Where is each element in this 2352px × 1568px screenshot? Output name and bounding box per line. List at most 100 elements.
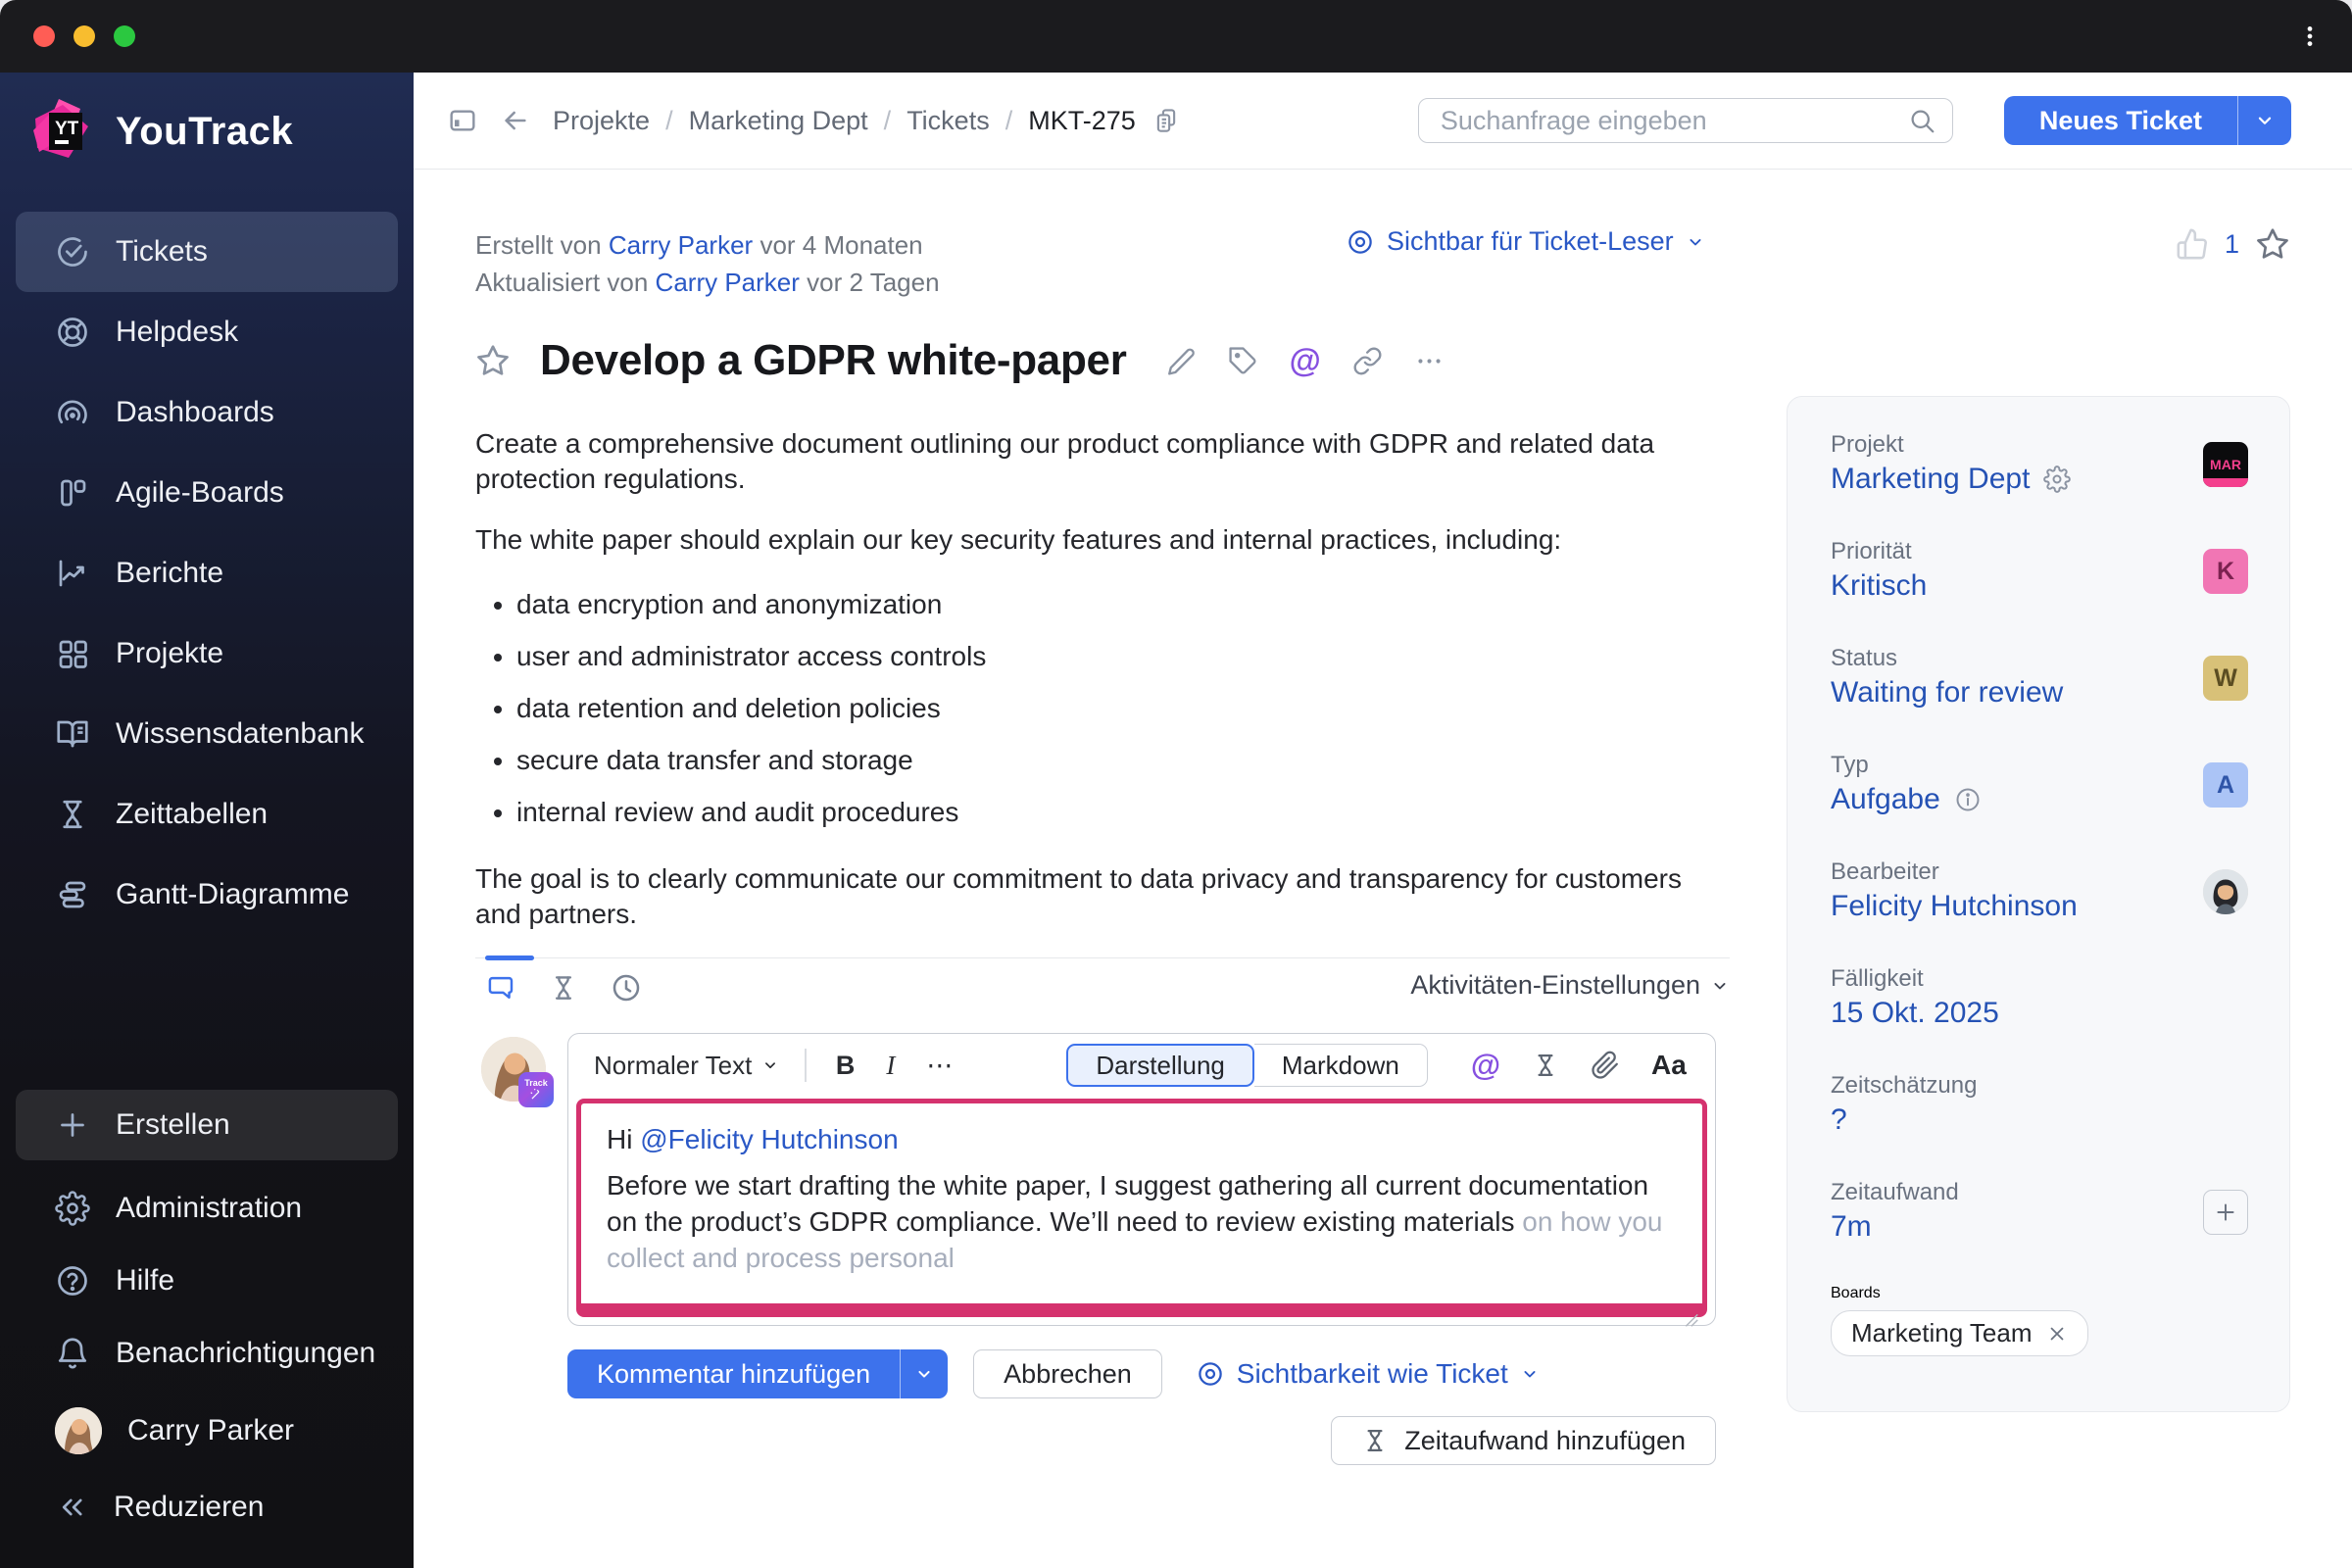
created-user-link[interactable]: Carry Parker (609, 230, 753, 260)
format-dropdown[interactable]: Normaler Text (586, 1045, 787, 1087)
field-label: Fälligkeit (1831, 964, 1999, 994)
estimate-value[interactable]: ? (1831, 1101, 1977, 1140)
sidebar-item-helpdesk[interactable]: Helpdesk (16, 292, 398, 372)
sidebar-item-label: Agile-Boards (116, 476, 284, 510)
toggle-sidebar-icon[interactable] (447, 105, 478, 136)
priority-value[interactable]: Kritisch (1831, 566, 1927, 606)
project-value[interactable]: Marketing Dept (1831, 460, 2071, 499)
sidebar-item-gantt-diagramme[interactable]: Gantt-Diagramme (16, 855, 398, 935)
window-zoom-button[interactable] (114, 25, 135, 47)
tab-darstellung[interactable]: Darstellung (1066, 1044, 1254, 1087)
attach-icon[interactable] (1591, 1051, 1620, 1080)
project-badge[interactable]: MAR (2203, 442, 2248, 487)
activity-settings[interactable]: Aktivitäten-Einstellungen (1410, 970, 1730, 1001)
sidebar-item-projekte[interactable]: Projekte (16, 613, 398, 694)
sidebar-item-tickets[interactable]: Tickets (16, 212, 398, 292)
visibility-selector[interactable]: Sichtbar für Ticket-Leser (1346, 226, 1705, 257)
add-comment-dropdown[interactable] (900, 1349, 948, 1398)
mention-link[interactable]: @Felicity Hutchinson (640, 1124, 898, 1154)
window-minimize-button[interactable] (74, 25, 95, 47)
visibility-eye-icon (1346, 227, 1375, 257)
sidebar-collapse[interactable]: Reduzieren (16, 1472, 398, 1543)
reactions-cluster: 1 (2176, 226, 2290, 262)
sidebar-item-hilfe[interactable]: Hilfe (16, 1245, 398, 1317)
window-titlebar (0, 0, 2352, 73)
type-value[interactable]: Aufgabe (1831, 780, 1982, 819)
assignee-value[interactable]: Felicity Hutchinson (1831, 887, 2078, 926)
link-icon[interactable] (1352, 346, 1383, 376)
mention-icon[interactable]: @ (1471, 1048, 1500, 1083)
status-badge[interactable]: W (2203, 656, 2248, 701)
status-value[interactable]: Waiting for review (1831, 673, 2063, 712)
window-close-button[interactable] (33, 25, 55, 47)
fields-panel: Projekt Marketing Dept MAR Priorität Kri… (1787, 396, 2290, 1412)
sidebar-user[interactable]: Carry Parker (16, 1390, 398, 1472)
type-badge[interactable]: A (2203, 762, 2248, 808)
breadcrumb-separator: / (665, 106, 673, 136)
main-area: Projekte / Marketing Dept / Tickets / MK… (414, 73, 2352, 1568)
sidebar-item-erstellen[interactable]: Erstellen (16, 1090, 398, 1160)
spent-time-tab-icon[interactable] (549, 973, 578, 1003)
sidebar-item-berichte[interactable]: Berichte (16, 533, 398, 613)
breadcrumb-tickets[interactable]: Tickets (906, 106, 990, 136)
more-actions-icon[interactable] (1414, 346, 1445, 376)
resize-handle[interactable] (1679, 1307, 1700, 1329)
cancel-button[interactable]: Abbrechen (973, 1349, 1162, 1398)
active-tab-indicator (485, 956, 534, 960)
text-size-icon[interactable]: Aa (1651, 1050, 1687, 1081)
history-tab-icon[interactable] (611, 972, 642, 1004)
search-icon[interactable] (1907, 106, 1936, 135)
youtrack-logo: YT YouTrack (0, 73, 414, 167)
svg-text:YT: YT (55, 119, 79, 139)
back-arrow-icon[interactable] (500, 105, 531, 136)
description-bullet: data retention and deletion policies (516, 691, 1720, 726)
priority-badge[interactable]: K (2203, 549, 2248, 594)
app-window: YT YouTrack Tickets Helpdesk Dashboards (0, 0, 2352, 1568)
more-formatting-button[interactable]: ⋯ (914, 1047, 964, 1085)
sidebar-item-benachrichtigungen[interactable]: Benachrichtigungen (16, 1317, 398, 1390)
bold-button[interactable]: B (824, 1047, 867, 1085)
updated-user-link[interactable]: Carry Parker (656, 268, 800, 297)
window-menu-icon[interactable] (2297, 24, 2323, 49)
project-settings-icon[interactable] (2043, 466, 2071, 493)
search-input[interactable] (1439, 105, 1897, 137)
type-info-icon[interactable] (1954, 786, 1982, 813)
comment-input[interactable]: Hi @Felicity Hutchinson Before we start … (576, 1099, 1707, 1317)
edit-title-icon[interactable] (1166, 346, 1197, 376)
add-spent-time-button[interactable]: Zeitaufwand hinzufügen (1331, 1416, 1716, 1465)
add-work-item-button[interactable] (2203, 1190, 2248, 1235)
sidebar-item-zeittabellen[interactable]: Zeittabellen (16, 774, 398, 855)
sidebar-item-administration[interactable]: Administration (16, 1172, 398, 1245)
add-comment-button[interactable]: Kommentar hinzufügen (567, 1349, 948, 1398)
due-date-value[interactable]: 15 Okt. 2025 (1831, 994, 1999, 1033)
spent-value[interactable]: 7m (1831, 1207, 1959, 1247)
remove-board-icon[interactable] (2046, 1323, 2068, 1345)
gauge-icon (55, 395, 90, 430)
breadcrumb-marketing-dept[interactable]: Marketing Dept (689, 106, 868, 136)
board-chip[interactable]: Marketing Team (1831, 1310, 2088, 1356)
sidebar-item-dashboards[interactable]: Dashboards (16, 372, 398, 453)
star-icon[interactable] (2255, 226, 2290, 262)
italic-button[interactable]: I (874, 1047, 906, 1085)
description-bullet: internal review and audit procedures (516, 795, 1720, 830)
tab-markdown[interactable]: Markdown (1254, 1044, 1428, 1087)
thumbs-up-icon[interactable] (2176, 227, 2209, 261)
ai-mention-icon[interactable]: @ (1290, 342, 1321, 379)
comment-visibility-label: Sichtbarkeit wie Ticket (1237, 1358, 1508, 1390)
breadcrumb-separator: / (884, 106, 892, 136)
spent-time-icon[interactable] (1532, 1052, 1559, 1079)
sidebar-item-agile-boards[interactable]: Agile-Boards (16, 453, 398, 533)
comment-visibility-selector[interactable]: Sichtbarkeit wie Ticket (1196, 1358, 1540, 1390)
field-prioritaet: Priorität Kritisch K (1831, 537, 2248, 606)
new-ticket-button[interactable]: Neues Ticket (2004, 96, 2291, 145)
comments-tab-icon[interactable] (485, 972, 516, 1004)
field-boards: Boards Marketing Team (1831, 1285, 2248, 1356)
assignee-avatar[interactable] (2203, 869, 2248, 914)
tag-icon[interactable] (1228, 346, 1258, 376)
sidebar-item-wissensdatenbank[interactable]: Wissensdatenbank (16, 694, 398, 774)
new-ticket-dropdown[interactable] (2237, 96, 2291, 145)
copy-id-icon[interactable] (1152, 106, 1181, 135)
new-ticket-label: Neues Ticket (2004, 106, 2237, 136)
breadcrumb-projekte[interactable]: Projekte (553, 106, 650, 136)
favorite-star-icon[interactable] (475, 343, 511, 378)
